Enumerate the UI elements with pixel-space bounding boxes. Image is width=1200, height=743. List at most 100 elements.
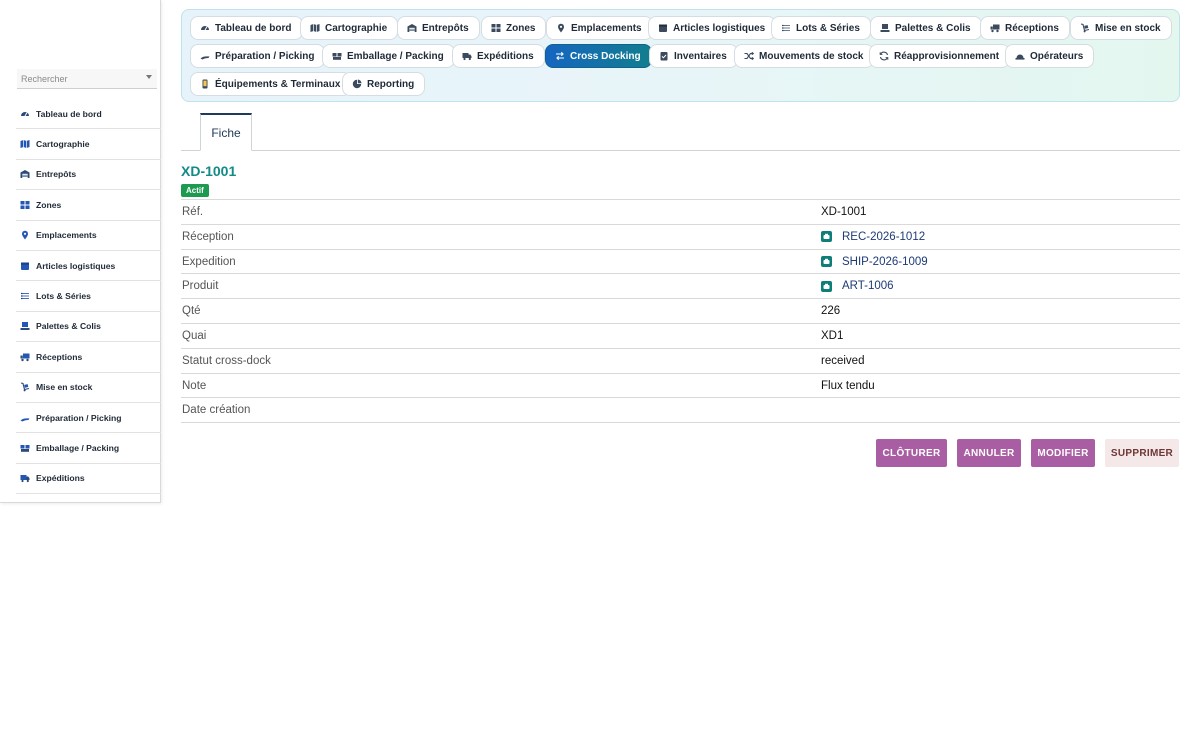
- sidebar-item-expeditions[interactable]: Expéditions: [16, 464, 161, 495]
- nav-zones[interactable]: Zones: [481, 16, 547, 40]
- reception-link[interactable]: REC-2026-1012: [821, 231, 925, 243]
- sidebar-item-receptions[interactable]: Réceptions: [16, 342, 161, 373]
- link-text: ART-1006: [842, 280, 894, 293]
- nav-label: Palettes & Colis: [895, 22, 971, 34]
- field-label: Expedition: [182, 255, 236, 268]
- grid-icon: [491, 23, 501, 33]
- caret-down-icon: [146, 75, 152, 79]
- nav-label: Cartographie: [325, 22, 388, 34]
- sidebar-menu: Tableau de bord Cartographie Entrepôts Z…: [16, 99, 161, 495]
- record-tabs: Fiche: [181, 113, 1180, 151]
- nav-label: Réapprovisionnement: [894, 50, 1000, 62]
- sync-icon: [879, 51, 889, 61]
- sidebar-item-lots-series[interactable]: Lots & Séries: [16, 281, 161, 312]
- list-icon: [781, 23, 791, 33]
- sidebar-item-preparation-picking[interactable]: Préparation / Picking: [16, 403, 161, 434]
- mobile-icon: [200, 79, 210, 89]
- record-link-icon: [821, 256, 832, 268]
- nav-inventaires[interactable]: Inventaires: [649, 44, 738, 68]
- nav-label: Reporting: [367, 78, 415, 90]
- nav-reapprovisionnement[interactable]: Réapprovisionnement: [869, 44, 1011, 68]
- hand-icon: [200, 51, 210, 61]
- edit-button[interactable]: MODIFIER: [1031, 439, 1095, 467]
- nav-mouvements-de-stock[interactable]: Mouvements de stock: [734, 44, 875, 68]
- sidebar-item-label: Emplacements: [36, 230, 97, 241]
- nav-mise-en-stock[interactable]: Mise en stock: [1070, 16, 1172, 40]
- sidebar-item-emplacements[interactable]: Emplacements: [16, 221, 161, 251]
- truck-loading-icon: [20, 352, 30, 362]
- hand-icon: [20, 413, 30, 423]
- nav-operateurs[interactable]: Opérateurs: [1005, 44, 1095, 68]
- nav-label: Réceptions: [1005, 22, 1059, 34]
- sidebar-search-select[interactable]: Rechercher: [17, 69, 157, 89]
- grid-icon: [20, 200, 30, 210]
- nav-emballage-packing[interactable]: Emballage / Packing: [322, 44, 455, 68]
- nav-tableau-de-bord[interactable]: Tableau de bord: [190, 16, 303, 40]
- nav-label: Entrepôts: [422, 22, 469, 34]
- nav-emplacements[interactable]: Emplacements: [546, 16, 653, 40]
- sidebar-item-label: Cartographie: [36, 139, 90, 150]
- cancel-button[interactable]: ANNULER: [957, 439, 1021, 467]
- search-placeholder: Rechercher: [21, 74, 68, 84]
- clipboard-check-icon: [659, 51, 669, 61]
- gauge-icon: [200, 23, 210, 33]
- sidebar-item-emballage-packing[interactable]: Emballage / Packing: [16, 433, 161, 464]
- field-row-produit: Produit ART-1006: [181, 274, 1180, 300]
- nav-receptions[interactable]: Réceptions: [980, 16, 1070, 40]
- field-label: Réception: [182, 230, 234, 243]
- sidebar-item-cartographie[interactable]: Cartographie: [16, 129, 161, 160]
- sidebar-item-label: Tableau de bord: [36, 108, 102, 119]
- nav-reporting[interactable]: Reporting: [342, 72, 426, 96]
- record-title: XD-1001: [181, 163, 237, 179]
- nav-articles-logistiques[interactable]: Articles logistiques: [648, 16, 777, 40]
- map-icon: [20, 139, 30, 149]
- sidebar-item-mise-en-stock[interactable]: Mise en stock: [16, 373, 161, 403]
- sidebar-item-zones[interactable]: Zones: [16, 190, 161, 221]
- field-label: Produit: [182, 280, 219, 293]
- nav-preparation-picking[interactable]: Préparation / Picking: [190, 44, 326, 68]
- expedition-link[interactable]: SHIP-2026-1009: [821, 256, 928, 268]
- nav-label: Opérateurs: [1030, 50, 1084, 62]
- hard-hat-icon: [1015, 51, 1025, 61]
- record-details: Réf. XD-1001 Réception REC-2026-1012 Exp…: [181, 199, 1180, 424]
- sidebar-item-entrepots[interactable]: Entrepôts: [16, 160, 161, 191]
- nav-cross-docking[interactable]: Cross Docking: [545, 44, 652, 68]
- dolly-icon: [1080, 23, 1090, 33]
- box-icon: [20, 261, 30, 271]
- field-label: Note: [182, 379, 207, 392]
- nav-lots-series[interactable]: Lots & Séries: [771, 16, 871, 40]
- sidebar-item-tableau-de-bord[interactable]: Tableau de bord: [16, 99, 161, 130]
- nav-expeditions[interactable]: Expéditions: [452, 44, 545, 68]
- field-row-ref: Réf. XD-1001: [181, 200, 1180, 225]
- close-button[interactable]: CLÔTURER: [876, 439, 947, 467]
- nav-label: Emplacements: [571, 22, 642, 34]
- sidebar-item-label: Zones: [36, 199, 62, 210]
- field-label: Réf.: [182, 206, 204, 218]
- nav-entrepots[interactable]: Entrepôts: [397, 16, 480, 40]
- nav-label: Zones: [506, 22, 536, 34]
- sidebar-item-label: Expéditions: [36, 473, 85, 484]
- nav-palettes-colis[interactable]: Palettes & Colis: [870, 16, 982, 40]
- boxes-icon: [332, 51, 342, 61]
- module-nav: Tableau de bord Cartographie Entrepôts Z…: [181, 9, 1180, 102]
- truck-icon: [20, 473, 30, 483]
- sidebar-item-palettes-colis[interactable]: Palettes & Colis: [16, 312, 161, 343]
- tab-fiche[interactable]: Fiche: [200, 113, 252, 151]
- delete-button[interactable]: SUPPRIMER: [1105, 439, 1179, 467]
- nav-equipements-terminaux[interactable]: Équipements & Terminaux: [190, 72, 352, 96]
- produit-link[interactable]: ART-1006: [821, 280, 894, 292]
- field-row-quai: Quai XD1: [181, 324, 1180, 349]
- dolly-icon: [20, 382, 30, 392]
- field-label: Date création: [182, 404, 251, 417]
- field-row-qte: Qté 226: [181, 299, 1180, 324]
- field-value: XD1: [821, 329, 844, 342]
- list-icon: [20, 291, 30, 301]
- sidebar-item-articles-logistiques[interactable]: Articles logistiques: [16, 251, 161, 282]
- truck-loading-icon: [990, 23, 1000, 33]
- nav-label: Emballage / Packing: [347, 50, 444, 62]
- truck-icon: [462, 51, 472, 61]
- nav-cartographie[interactable]: Cartographie: [300, 16, 399, 40]
- field-label: Qté: [182, 305, 201, 318]
- link-text: REC-2026-1012: [842, 230, 926, 243]
- nav-label: Mouvements de stock: [759, 50, 864, 62]
